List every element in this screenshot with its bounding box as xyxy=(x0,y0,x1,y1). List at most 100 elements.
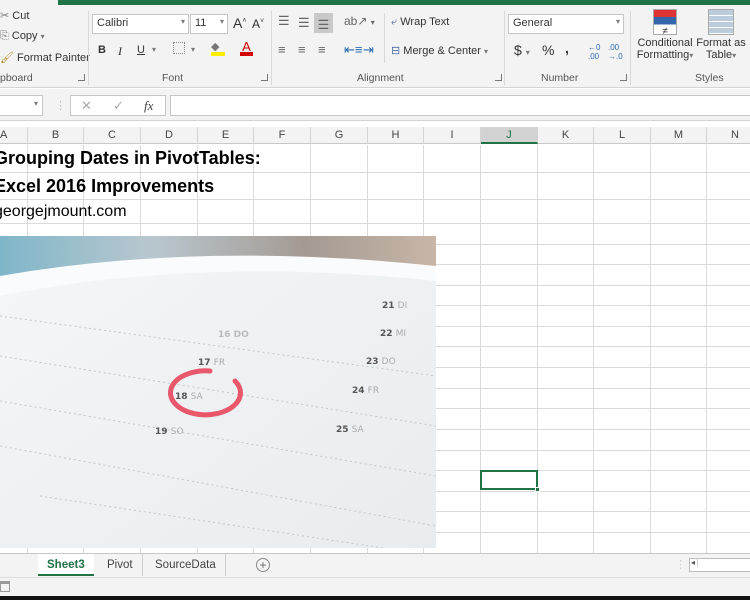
scroll-left-icon[interactable]: ◂ xyxy=(691,558,699,567)
decrease-font-icon[interactable]: A˅ xyxy=(252,17,264,31)
format-painter-button[interactable]: 🖌 Format Painter xyxy=(0,51,90,64)
column-header-G[interactable]: G xyxy=(311,127,368,144)
cut-label: Cut xyxy=(12,10,30,22)
number-launcher-icon[interactable] xyxy=(620,74,627,81)
gridline xyxy=(706,145,707,553)
align-center-icon[interactable]: ≡ xyxy=(298,42,306,57)
column-header-L[interactable]: L xyxy=(594,127,651,144)
column-header-C[interactable]: C xyxy=(84,127,141,144)
divider xyxy=(630,11,631,85)
underline-dropdown-icon[interactable]: ▾ xyxy=(152,45,156,54)
fill-handle[interactable] xyxy=(535,487,540,492)
increase-font-icon[interactable]: A˄ xyxy=(233,15,246,31)
percent-button[interactable]: % xyxy=(542,42,554,58)
sheet-tab-bar: Sheet3 Pivot SourceData + ⋮ ◂ xyxy=(0,553,750,577)
column-header-E[interactable]: E xyxy=(198,127,254,144)
divider xyxy=(504,11,505,85)
enter-icon[interactable]: ✓ xyxy=(113,98,124,114)
date-18: 18 SA xyxy=(175,392,204,402)
macro-record-icon[interactable] xyxy=(0,581,10,592)
cell-site-url[interactable]: georgejmount.com xyxy=(0,203,127,221)
column-header-B[interactable]: B xyxy=(28,127,84,144)
column-header-D[interactable]: D xyxy=(141,127,198,144)
date-23: 23 DO xyxy=(366,357,396,367)
tab-split-handle[interactable]: ⋮ xyxy=(675,558,686,571)
align-middle-icon[interactable]: ☰ xyxy=(298,15,310,31)
gridline xyxy=(593,145,594,553)
decrease-decimal-icon[interactable]: .00 →.0 xyxy=(608,43,623,61)
date-22: 22 MI xyxy=(380,329,406,339)
cell-title-2[interactable]: Excel 2016 Improvements xyxy=(0,176,214,197)
format-as-table-label-2: Table xyxy=(705,49,733,61)
styles-group-label: Styles xyxy=(695,72,724,84)
increase-indent-icon[interactable]: ⇥ xyxy=(363,42,374,58)
copy-button[interactable]: ⎘ Copy ▾ xyxy=(0,30,45,43)
add-sheet-icon[interactable]: + xyxy=(256,558,270,572)
font-size-select[interactable]: 11 ▾ xyxy=(190,14,228,34)
font-launcher-icon[interactable] xyxy=(261,74,268,81)
calendar-photo[interactable]: 21 DI 22 MI 23 DO 24 FR 25 SA 17 FR 18 S… xyxy=(0,236,436,548)
borders-dropdown-icon[interactable]: ▾ xyxy=(191,45,195,54)
wrap-text-button[interactable]: ⤶ Wrap Text xyxy=(391,16,449,29)
borders-icon[interactable] xyxy=(173,42,185,54)
clipboard-launcher-icon[interactable] xyxy=(78,74,85,81)
underline-button[interactable]: U xyxy=(137,44,145,56)
sheet-tab-sourcedata[interactable]: SourceData xyxy=(146,554,226,576)
column-header-M[interactable]: M xyxy=(651,127,707,144)
italic-button[interactable]: I xyxy=(118,44,122,59)
font-group-label: Font xyxy=(162,72,184,84)
date-16: 16 DO xyxy=(218,330,249,340)
align-bottom-icon[interactable]: ☰ xyxy=(314,13,333,33)
name-box[interactable]: ▾ xyxy=(0,95,43,116)
format-as-table-button[interactable]: Format as Table▾ xyxy=(696,9,746,61)
gridline xyxy=(0,172,750,173)
paintbrush-icon: 🖌 xyxy=(0,52,14,64)
column-header-N[interactable]: N xyxy=(707,127,750,144)
resize-handle-icon[interactable]: ⋮ xyxy=(55,99,66,112)
align-top-icon[interactable]: ☰ xyxy=(278,13,290,29)
orientation-icon[interactable]: ab↗ ▾ xyxy=(344,14,375,28)
format-painter-label: Format Painter xyxy=(17,52,90,64)
sheet-tab-sheet3[interactable]: Sheet3 xyxy=(38,554,94,576)
number-format-select[interactable]: General ▾ xyxy=(508,14,624,34)
column-header-H[interactable]: H xyxy=(368,127,424,144)
date-25: 25 SA xyxy=(336,425,365,435)
date-24: 24 FR xyxy=(352,386,379,396)
column-header-F[interactable]: F xyxy=(254,127,311,144)
bold-button[interactable]: B xyxy=(98,44,106,56)
column-header-I[interactable]: I xyxy=(424,127,481,144)
fill-color-icon[interactable]: ◆ xyxy=(211,40,225,56)
column-header-K[interactable]: K xyxy=(538,127,594,144)
column-header-J[interactable]: J xyxy=(481,127,538,144)
align-right-icon[interactable]: ≡ xyxy=(318,42,326,57)
increase-decimal-icon[interactable]: ←0.00 xyxy=(588,43,600,61)
merge-center-button[interactable]: ⊟ Merge & Center ▾ xyxy=(391,44,488,57)
column-header-A[interactable]: A xyxy=(0,127,28,144)
cut-button[interactable]: ✂ Cut xyxy=(0,9,29,22)
font-size-value: 11 xyxy=(195,17,207,29)
comma-button[interactable]: , xyxy=(565,40,569,56)
cell-title-1[interactable]: Grouping Dates in PivotTables: xyxy=(0,148,261,169)
font-name-select[interactable]: Calibri ▾ xyxy=(92,14,189,34)
alignment-group-label: Alignment xyxy=(357,72,404,84)
insert-function-button[interactable]: fx xyxy=(144,98,153,114)
alignment-launcher-icon[interactable] xyxy=(495,74,502,81)
merge-icon: ⊟ xyxy=(391,45,401,57)
horizontal-scrollbar[interactable]: ◂ xyxy=(689,558,750,572)
decrease-indent-icon[interactable]: ⇤≡ xyxy=(344,42,362,58)
selected-cell-J[interactable] xyxy=(480,470,540,492)
wrap-text-icon: ⤶ xyxy=(391,16,398,28)
formula-input[interactable] xyxy=(170,95,750,116)
worksheet-grid[interactable]: Grouping Dates in PivotTables: Excel 201… xyxy=(0,145,750,553)
number-format-value: General xyxy=(513,17,553,29)
sheet-tab-pivot[interactable]: Pivot xyxy=(98,554,143,576)
align-left-icon[interactable]: ≡ xyxy=(278,42,286,57)
format-as-table-label-1: Format as xyxy=(696,37,746,49)
font-color-icon[interactable]: A xyxy=(240,39,253,56)
clipboard-group-label: pboard xyxy=(0,72,33,84)
currency-button[interactable]: $ ▾ xyxy=(514,42,530,58)
ribbon: ✂ Cut ⎘ Copy ▾ 🖌 Format Painter pboard C… xyxy=(0,5,750,88)
conditional-formatting-button[interactable]: ≠ Conditional Formatting▾ xyxy=(636,9,694,61)
wrap-text-label: Wrap Text xyxy=(400,16,450,28)
cancel-icon[interactable]: ✕ xyxy=(81,98,92,114)
